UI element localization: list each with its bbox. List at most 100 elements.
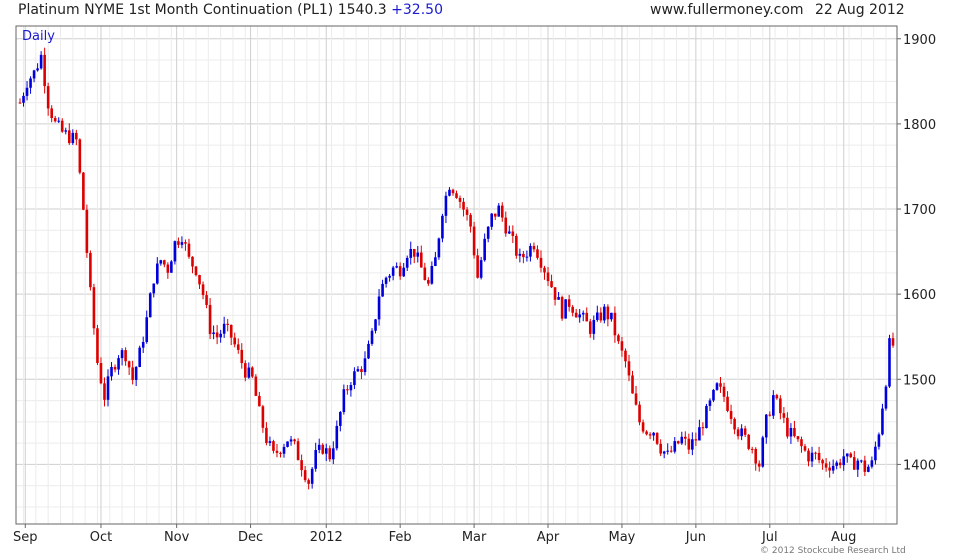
price-bar-body <box>712 389 715 401</box>
price-bar-body <box>402 267 405 277</box>
price-bar-body <box>508 231 511 234</box>
price-bar-body <box>155 263 159 284</box>
price-bar-body <box>444 195 448 216</box>
price-bar-body <box>448 189 451 196</box>
price-bar-body <box>687 438 691 450</box>
price-bar-body <box>564 299 567 319</box>
x-tick-label: Jul <box>761 530 778 545</box>
price-bar-body <box>50 108 53 119</box>
price-bar-body <box>434 257 437 266</box>
price-bar-body <box>419 252 423 268</box>
price-bar-body <box>99 363 103 384</box>
price-bar-body <box>694 439 698 441</box>
price-bar-body <box>258 395 261 407</box>
price-bar-body <box>581 312 585 315</box>
price-bar-body <box>317 444 321 450</box>
price-bar-body <box>631 375 634 394</box>
price-bar-body <box>395 266 398 268</box>
price-bar-body <box>719 383 722 387</box>
period-label: Daily <box>22 29 55 44</box>
price-bar-body <box>793 428 796 437</box>
price-bar-body <box>391 267 395 276</box>
price-bar-body <box>754 448 758 464</box>
price-bar-body <box>233 337 237 345</box>
price-bar-body <box>729 411 733 419</box>
price-bar-body <box>779 398 782 414</box>
price-bar-body <box>515 235 518 256</box>
price-bar-body <box>747 434 750 449</box>
price-bar-body <box>638 404 641 423</box>
price-bar-body <box>279 452 282 454</box>
price-bar-body <box>557 297 560 300</box>
price-bar-body <box>852 457 856 470</box>
price-bar-body <box>578 314 582 318</box>
price-bar-body <box>321 444 325 454</box>
price-bar-body <box>888 338 891 387</box>
x-axis: Sep Oct Nov Dec 2012 Feb Mar Apr May Jun Jul Aug <box>13 524 856 545</box>
price-bar-body <box>384 277 388 284</box>
price-bar-body <box>310 468 314 484</box>
price-bar-body <box>353 371 356 386</box>
price-bar-body <box>881 408 884 435</box>
price-bar-body <box>662 451 666 454</box>
price-bar-body <box>124 350 127 362</box>
price-bar-body <box>786 417 789 437</box>
price-bar-body <box>567 299 571 307</box>
price-bar-body <box>303 470 307 481</box>
price-bar-body <box>596 312 599 320</box>
price-bar-body <box>750 448 754 450</box>
price-bar-body <box>307 480 310 484</box>
price-bar-body <box>300 460 303 471</box>
price-bar-body <box>296 441 300 461</box>
price-bar-body <box>427 280 430 284</box>
price-bar-body <box>430 265 434 284</box>
price-bar-body <box>39 54 43 69</box>
price-bar-body <box>67 130 71 144</box>
price-bar-body <box>655 432 659 444</box>
x-tick-label: Sep <box>13 530 38 545</box>
price-bar-body <box>691 439 694 450</box>
y-tick-label: 1700 <box>903 203 936 218</box>
price-bar-body <box>722 386 726 397</box>
price-bar-body <box>814 452 817 454</box>
price-bar-body <box>529 245 532 257</box>
price-bar-body <box>289 439 293 442</box>
price-bar-body <box>715 383 719 390</box>
price-bar-body <box>75 132 78 140</box>
price-bar-body <box>821 460 824 464</box>
price-bar-body <box>127 361 131 368</box>
price-bar-body <box>486 226 490 239</box>
price-bar-body <box>265 427 268 443</box>
price-bar-body <box>592 319 596 334</box>
price-bar-body <box>884 386 888 409</box>
x-tick-label: Mar <box>462 530 487 545</box>
price-bar-body <box>617 335 620 342</box>
price-bar-body <box>574 312 578 318</box>
price-bar-body <box>817 452 821 461</box>
price-bar-body <box>18 102 22 104</box>
price-bar-body <box>479 260 483 278</box>
price-bar-body <box>240 349 244 364</box>
price-bar-body <box>215 332 219 338</box>
price-bar-body <box>736 429 740 437</box>
y-tick-label: 1400 <box>903 458 936 473</box>
copyright-notice: © 2012 Stockcube Research Ltd <box>760 546 906 556</box>
x-tick-label: Aug <box>831 530 856 545</box>
price-bar-body <box>680 436 684 444</box>
price-bar-body <box>585 312 589 322</box>
price-bar-body <box>22 95 25 103</box>
price-bar-body <box>177 241 180 245</box>
price-bar-body <box>733 418 736 430</box>
price-bar-body <box>441 215 444 239</box>
price-bar-body <box>208 304 212 335</box>
price-bar-body <box>560 297 564 319</box>
price-bar-body <box>497 205 501 217</box>
plot-frame <box>15 25 898 525</box>
price-bar-body <box>78 139 82 173</box>
price-bar-body <box>536 249 539 258</box>
x-tick-label: Feb <box>389 530 412 545</box>
price-bar-body <box>726 396 729 412</box>
price-bar-body <box>131 367 134 380</box>
price-bar-body <box>64 130 68 132</box>
price-bar-body <box>398 266 402 277</box>
